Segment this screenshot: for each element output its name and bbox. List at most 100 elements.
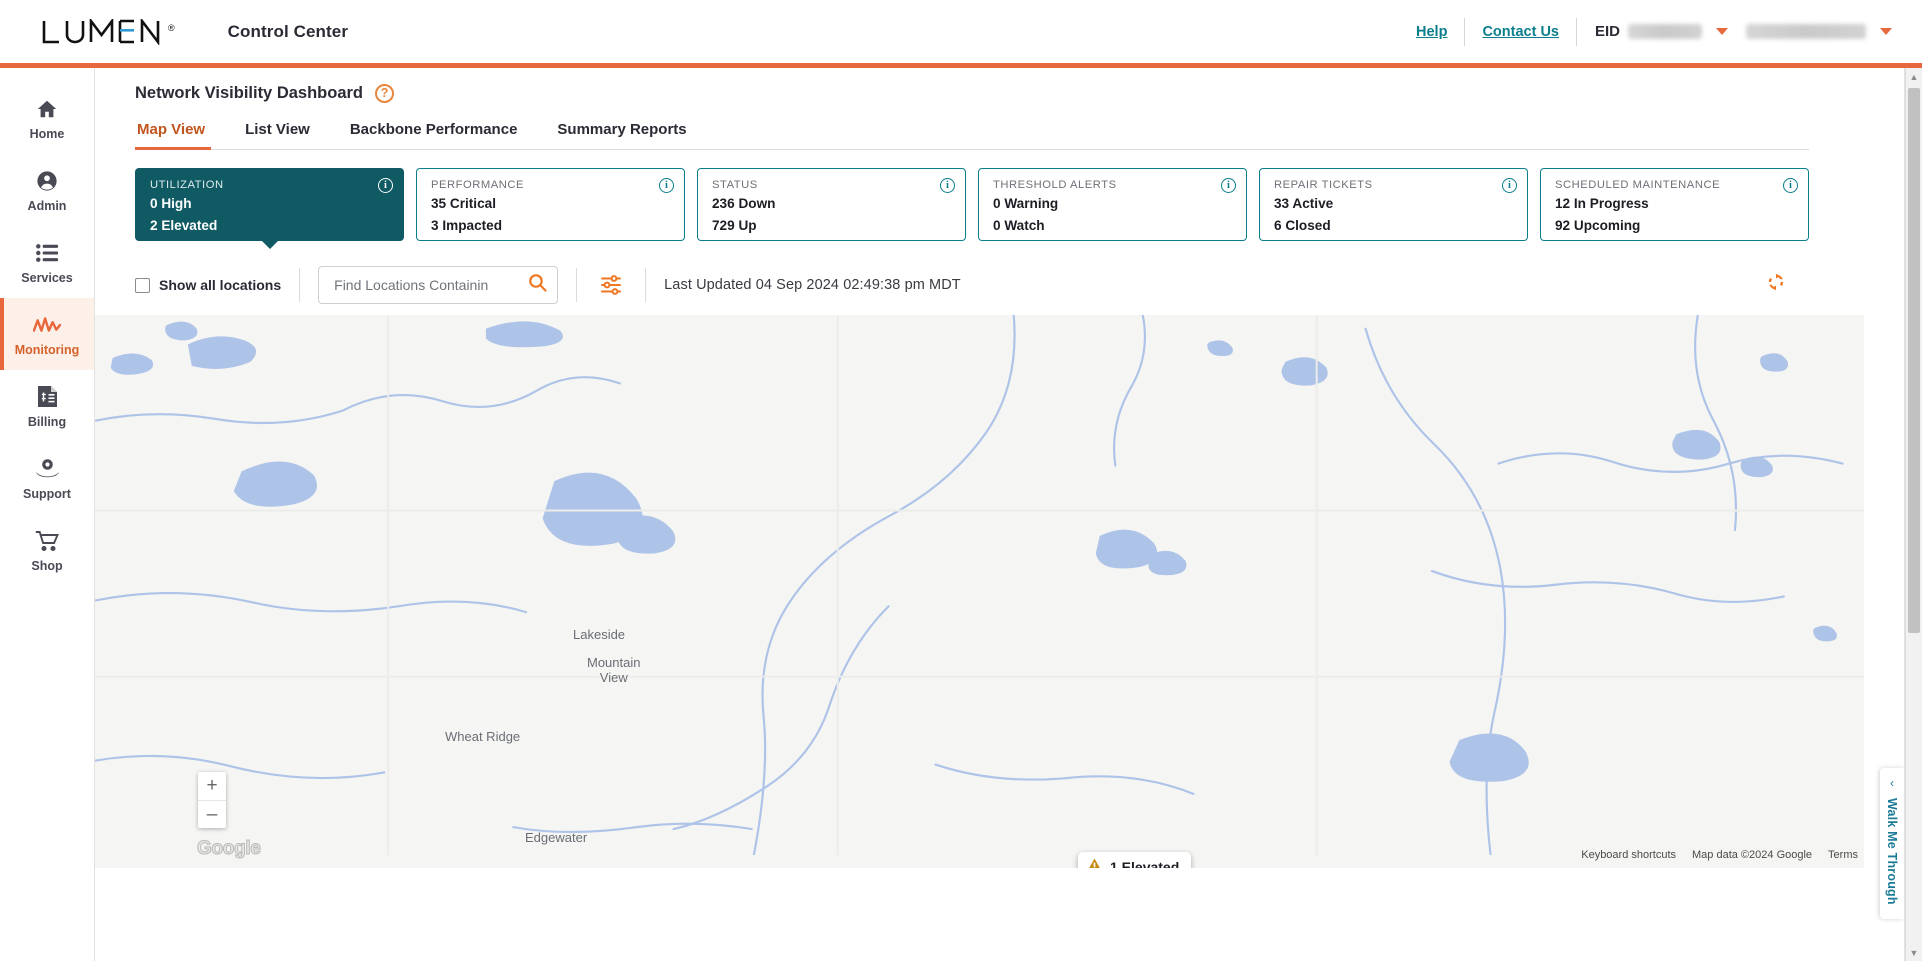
kpi-card-performance[interactable]: PERFORMANCE 35 Critical 3 Impacted i: [416, 168, 685, 241]
lumen-logo-mark: [42, 18, 160, 45]
body-row: Home Admin Services Monitoring Billing S…: [0, 68, 1922, 961]
kpi-performance-line1: 35 Critical: [431, 196, 496, 211]
show-all-locations-toggle[interactable]: Show all locations: [135, 277, 281, 293]
lumen-registered-mark: ®: [168, 22, 175, 33]
filter-settings-icon[interactable]: [595, 274, 627, 296]
scroll-up-arrow[interactable]: ▲: [1906, 68, 1922, 85]
scroll-down-arrow[interactable]: ▼: [1906, 944, 1922, 961]
main-inner: Network Visibility Dashboard ? Map View …: [95, 68, 1904, 868]
walk-me-through-tab[interactable]: ‹ Walk Me Through: [1880, 768, 1904, 919]
map-attribution: Keyboard shortcuts Map data ©2024 Google…: [1581, 849, 1858, 861]
sidebar-label-home: Home: [29, 126, 65, 141]
eid-value-redacted: [1628, 24, 1702, 39]
eid-chevron-down-icon[interactable]: [1716, 28, 1728, 35]
eid-label: EID: [1594, 23, 1620, 40]
map-zoom-out-button[interactable]: –: [198, 800, 226, 828]
find-locations-search[interactable]: [318, 266, 559, 304]
scrollbar-thumb[interactable]: [1908, 88, 1920, 633]
sidebar-label-shop: Shop: [31, 558, 63, 573]
tab-summary-reports[interactable]: Summary Reports: [537, 121, 706, 149]
kpi-repair-line1: 33 Active: [1274, 196, 1334, 211]
map-data-credit: Map data ©2024 Google: [1692, 849, 1813, 861]
contact-us-link[interactable]: Contact Us: [1465, 24, 1576, 40]
kpi-label-performance: PERFORMANCE: [431, 179, 525, 191]
terms-link[interactable]: Terms: [1828, 849, 1858, 861]
google-logo: Google: [197, 838, 262, 860]
lumen-logo[interactable]: ®: [42, 18, 175, 45]
toolbar-divider-2: [576, 268, 578, 302]
info-icon-repair-tickets[interactable]: i: [1502, 178, 1517, 193]
help-link[interactable]: Help: [1399, 24, 1464, 40]
map-canvas[interactable]: Lakeside Mountain View Wheat Ridge Edgew…: [95, 315, 1864, 868]
show-all-locations-label: Show all locations: [159, 277, 282, 293]
invoice-icon: [37, 384, 58, 410]
tab-list-view[interactable]: List View: [225, 121, 330, 149]
sidebar-label-admin: Admin: [27, 198, 67, 213]
kpi-card-threshold-alerts[interactable]: THRESHOLD ALERTS 0 Warning 0 Watch i: [978, 168, 1247, 241]
user-icon: [36, 168, 58, 194]
app-title: Control Center: [227, 21, 349, 41]
search-icon[interactable]: [528, 273, 547, 297]
map-marker-tooltip[interactable]: 1 Elevated: [1078, 852, 1192, 869]
kpi-card-utilization[interactable]: UTILIZATION 0 High 2 Elevated i: [135, 168, 404, 249]
sidebar-label-services: Services: [21, 270, 73, 285]
last-updated-text: Last Updated 04 Sep 2024 02:49:38 pm MDT: [664, 277, 961, 293]
kpi-card-repair-tickets[interactable]: REPAIR TICKETS 33 Active 6 Closed i: [1259, 168, 1528, 241]
sidebar-item-admin[interactable]: Admin: [0, 154, 94, 226]
primary-sidebar: Home Admin Services Monitoring Billing S…: [0, 68, 95, 961]
account-chevron-down-icon[interactable]: [1880, 28, 1892, 35]
map-zoom-controls: + –: [198, 772, 226, 828]
kpi-status-line2: 729 Up: [712, 217, 757, 233]
kpi-utilization-line1: 0 High: [150, 196, 192, 211]
header-right-group: Help Contact Us EID: [1399, 0, 1902, 63]
kpi-label-utilization: UTILIZATION: [150, 179, 224, 191]
sidebar-item-billing[interactable]: Billing: [0, 370, 94, 442]
home-icon: [36, 96, 58, 122]
sidebar-label-billing: Billing: [27, 414, 67, 429]
list-icon: [35, 240, 59, 266]
map-vector-layer: [95, 315, 1864, 856]
help-circle-icon[interactable]: ?: [375, 84, 395, 103]
sidebar-item-home[interactable]: Home: [0, 82, 94, 154]
sidebar-item-services[interactable]: Services: [0, 226, 94, 298]
keyboard-shortcuts-link[interactable]: Keyboard shortcuts: [1581, 849, 1676, 861]
page-scrollbar[interactable]: ▲ ▼: [1905, 68, 1922, 961]
info-icon-status[interactable]: i: [940, 178, 955, 193]
map-zoom-in-button[interactable]: +: [198, 772, 226, 800]
toolbar-divider-3: [645, 268, 647, 302]
kpi-card-scheduled-maintenance[interactable]: SCHEDULED MAINTENANCE 12 In Progress 92 …: [1540, 168, 1809, 241]
sidebar-label-support: Support: [23, 486, 71, 501]
refresh-icon[interactable]: [1765, 271, 1787, 298]
support-icon: [35, 456, 60, 482]
account-value-redacted: [1746, 24, 1866, 39]
kpi-maintenance-line1: 12 In Progress: [1555, 196, 1649, 211]
kpi-card-row: UTILIZATION 0 High 2 Elevated i PERFORMA…: [135, 168, 1809, 249]
info-icon-performance[interactable]: i: [659, 178, 674, 193]
info-icon-threshold-alerts[interactable]: i: [1221, 178, 1236, 193]
kpi-status-line1: 236 Down: [712, 196, 776, 211]
toolbar-divider-1: [299, 268, 301, 302]
cart-icon: [35, 528, 60, 554]
info-icon-utilization[interactable]: i: [378, 178, 393, 193]
search-input[interactable]: [332, 276, 529, 294]
view-tabs: Map View List View Backbone Performance …: [135, 121, 1809, 150]
show-all-locations-checkbox[interactable]: [135, 277, 150, 293]
kpi-card-status[interactable]: STATUS 236 Down 729 Up i: [697, 168, 966, 241]
pulse-icon: [33, 312, 61, 338]
top-header-bar: ® Control Center Help Contact Us EID: [0, 0, 1922, 63]
kpi-performance-line2: 3 Impacted: [431, 217, 503, 233]
map-marker-tooltip-text: 1 Elevated: [1110, 858, 1180, 869]
kpi-label-scheduled-maintenance: SCHEDULED MAINTENANCE: [1555, 179, 1721, 191]
eid-group: EID: [1577, 23, 1902, 40]
sidebar-label-monitoring: Monitoring: [14, 342, 80, 357]
info-icon-scheduled-maintenance[interactable]: i: [1783, 178, 1798, 193]
sidebar-item-monitoring[interactable]: Monitoring: [0, 298, 94, 370]
tab-map-view[interactable]: Map View: [135, 121, 225, 150]
page-header: Network Visibility Dashboard ?: [135, 84, 1904, 103]
kpi-label-status: STATUS: [712, 179, 758, 191]
sidebar-item-support[interactable]: Support: [0, 442, 94, 514]
kpi-threshold-line1: 0 Warning: [993, 196, 1059, 211]
sidebar-item-shop[interactable]: Shop: [0, 514, 94, 586]
chevron-left-icon: ‹: [1890, 776, 1894, 790]
tab-backbone-performance[interactable]: Backbone Performance: [330, 121, 538, 149]
